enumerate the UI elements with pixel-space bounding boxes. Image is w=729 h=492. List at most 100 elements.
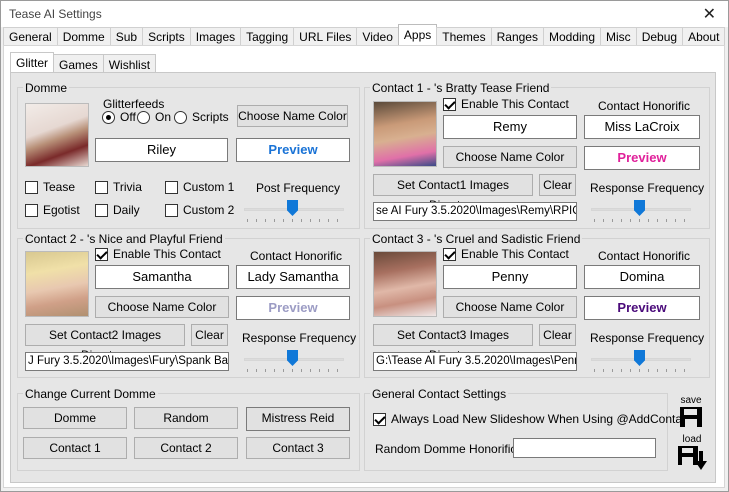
tease-checkbox-icon[interactable] (25, 180, 38, 194)
subtab-games[interactable]: Games (53, 54, 104, 73)
change-contact1-button[interactable]: Contact 1 (23, 437, 127, 459)
always-load-checkbox-icon[interactable] (373, 412, 386, 426)
slider-thumb[interactable] (287, 200, 298, 216)
post-frequency-slider[interactable] (244, 200, 344, 222)
contact3-response-frequency-slider[interactable] (591, 350, 691, 372)
change-contact3-button[interactable]: Contact 3 (246, 437, 350, 459)
daily-checkbox-icon[interactable] (95, 203, 108, 217)
contact2-name-field[interactable]: Samantha (95, 265, 229, 289)
radio-on[interactable]: On (137, 110, 171, 124)
radio-scripts-label: Scripts (192, 110, 229, 124)
contact2-path-field[interactable]: J Fury 3.5.2020\Images\Fury\Spank Bank (25, 352, 229, 371)
subtab-wishlist[interactable]: Wishlist (102, 54, 157, 73)
tab-url-files[interactable]: URL Files (293, 27, 358, 46)
contact1-set-dir-button[interactable]: Set Contact1 Images Directory (373, 174, 533, 212)
custom2-checkbox[interactable]: Custom 2 (165, 203, 234, 217)
contact2-response-frequency-slider[interactable] (244, 350, 344, 372)
contact1-enable-checkbox[interactable]: Enable This Contact (443, 97, 569, 111)
contact3-choose-name-color-button[interactable]: Choose Name Color (443, 296, 577, 318)
domme-choose-name-color-button[interactable]: Choose Name Color (237, 105, 348, 127)
contact3-honorific-field[interactable]: Domina (584, 265, 700, 289)
radio-on-icon[interactable] (137, 110, 150, 124)
tab-sub[interactable]: Sub (109, 27, 144, 46)
domme-avatar[interactable] (25, 103, 89, 167)
random-honorific-field[interactable] (513, 438, 656, 458)
contact1-choose-name-color-button[interactable]: Choose Name Color (443, 146, 577, 168)
contact2-enable-checkbox[interactable]: Enable This Contact (95, 247, 221, 261)
tab-domme[interactable]: Domme (56, 27, 111, 46)
slider-thumb[interactable] (634, 350, 645, 366)
tab-tagging[interactable]: Tagging (240, 27, 295, 46)
tab-ranges[interactable]: Ranges (490, 27, 544, 46)
tab-about[interactable]: About (682, 27, 726, 46)
contact3-enable-checkbox-icon[interactable] (443, 247, 456, 261)
random-honorific-label: Random Domme Honorific: (375, 442, 520, 456)
tab-debug[interactable]: Debug (635, 27, 684, 46)
contact1-avatar[interactable] (373, 101, 437, 167)
close-icon[interactable]: ✕ (703, 4, 716, 24)
contact2-clear-button[interactable]: Clear (191, 324, 228, 346)
contact2-honorific-field[interactable]: Lady Samantha (236, 265, 350, 289)
tease-checkbox[interactable]: Tease (25, 180, 75, 194)
radio-scripts-icon[interactable] (174, 110, 187, 124)
tab-video[interactable]: Video (356, 27, 399, 46)
tab-misc[interactable]: Misc (600, 27, 637, 46)
contact1-response-frequency-slider[interactable] (591, 200, 691, 222)
tab-scripts[interactable]: Scripts (142, 27, 191, 46)
contact2-set-dir-button[interactable]: Set Contact2 Images Directory (25, 324, 185, 362)
contact1-path-field[interactable]: se AI Fury 3.5.2020\Images\Remy\RPICS (373, 202, 577, 221)
contact3-set-dir-button[interactable]: Set Contact3 Images Directory (373, 324, 533, 362)
contact3-honorific-label: Contact Honorific (598, 249, 691, 263)
contact1-honorific-field[interactable]: Miss LaCroix (584, 115, 700, 139)
custom1-checkbox[interactable]: Custom 1 (165, 180, 234, 194)
contact3-name-field[interactable]: Penny (443, 265, 577, 289)
tab-themes[interactable]: Themes (436, 27, 492, 46)
general-contact-group (364, 393, 668, 471)
trivia-checkbox[interactable]: Trivia (95, 180, 142, 194)
tab-general[interactable]: General (3, 27, 58, 46)
contact1-name-field[interactable]: Remy (443, 115, 577, 139)
change-random-button[interactable]: Random (134, 407, 238, 429)
slider-thumb[interactable] (634, 200, 645, 216)
radio-off[interactable]: Off (102, 110, 136, 124)
change-domme-group-title: Change Current Domme (23, 387, 158, 401)
egotist-checkbox-icon[interactable] (25, 203, 38, 217)
slider-thumb[interactable] (287, 350, 298, 366)
contact2-enable-checkbox-icon[interactable] (95, 247, 108, 261)
contact1-preview: Preview (584, 146, 700, 170)
tab-modding[interactable]: Modding (542, 27, 602, 46)
change-contact2-button[interactable]: Contact 2 (134, 437, 238, 459)
tab-images[interactable]: Images (189, 27, 242, 46)
contact3-path-field[interactable]: G:\Tease AI Fury 3.5.2020\Images\Penny (373, 352, 577, 371)
contact1-enable-checkbox-icon[interactable] (443, 97, 456, 111)
radio-off-icon[interactable] (102, 110, 115, 124)
load-label: load (682, 434, 702, 445)
domme-name-field[interactable]: Riley (95, 138, 228, 162)
window-title: Tease AI Settings (9, 7, 102, 21)
subtab-glitter[interactable]: Glitter (10, 52, 55, 73)
main-tabs: General Domme Sub Scripts Images Tagging URL F… (3, 24, 726, 46)
contact3-clear-button[interactable]: Clear (539, 324, 576, 346)
save-label: save (680, 395, 702, 406)
contact3-enable-label: Enable This Contact (461, 247, 569, 261)
custom2-checkbox-icon[interactable] (165, 203, 178, 217)
slider-ticks (594, 219, 688, 222)
contact3-avatar[interactable] (373, 251, 437, 317)
tab-apps[interactable]: Apps (397, 24, 438, 46)
contact3-enable-checkbox[interactable]: Enable This Contact (443, 247, 569, 261)
load-button[interactable]: load (676, 434, 708, 474)
always-load-checkbox[interactable]: Always Load New Slideshow When Using @Ad… (373, 412, 691, 426)
contact1-clear-button[interactable]: Clear (539, 174, 576, 196)
contact2-choose-name-color-button[interactable]: Choose Name Color (95, 296, 229, 318)
daily-checkbox[interactable]: Daily (95, 203, 140, 217)
trivia-checkbox-icon[interactable] (95, 180, 108, 194)
custom1-checkbox-icon[interactable] (165, 180, 178, 194)
change-mistress-reid-button[interactable]: Mistress Reid (246, 407, 350, 431)
save-button[interactable]: save (676, 395, 706, 431)
change-domme-group (17, 393, 360, 471)
change-domme-button[interactable]: Domme (23, 407, 127, 429)
egotist-checkbox[interactable]: Egotist (25, 203, 80, 217)
contact2-avatar[interactable] (25, 251, 89, 317)
contact2-preview: Preview (236, 296, 350, 320)
radio-scripts[interactable]: Scripts (174, 110, 229, 124)
